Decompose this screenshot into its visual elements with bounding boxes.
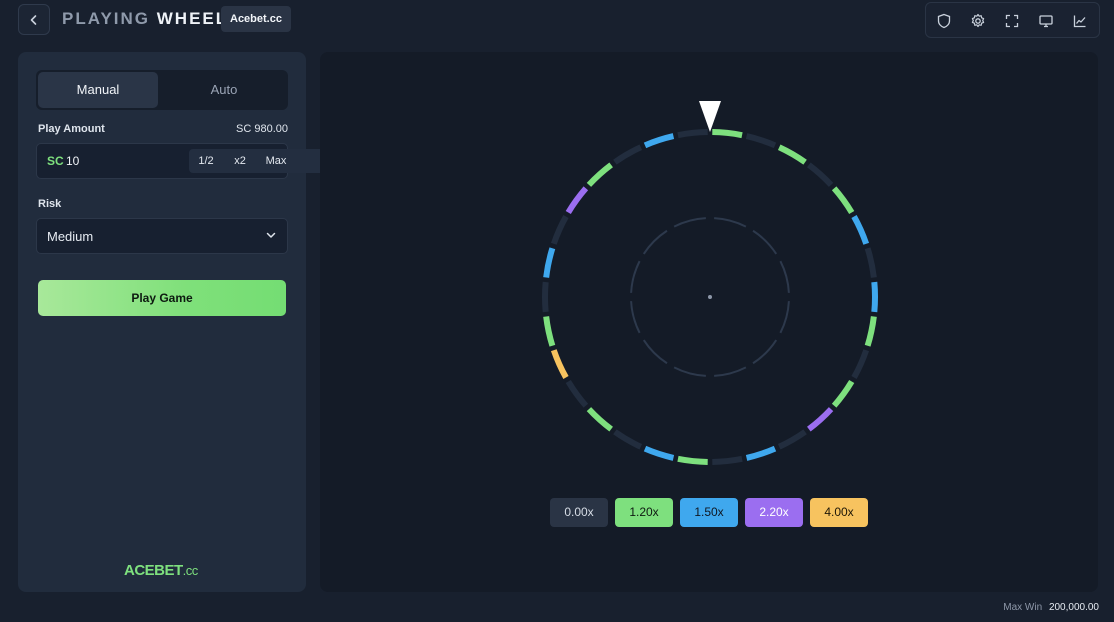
- page-title: PLAYING WHEEL: [62, 9, 228, 29]
- wheel-segment-green: [831, 186, 855, 215]
- wheel-segment-yellow: [550, 349, 569, 379]
- currency-label: SC: [47, 154, 64, 168]
- play-amount-label: Play Amount: [38, 123, 105, 135]
- back-button[interactable]: [18, 4, 50, 35]
- wheel-segment-gray: [565, 379, 589, 408]
- half-button[interactable]: 1/2: [189, 149, 223, 173]
- wheel-segment-gray: [542, 281, 549, 313]
- wheel-segment-gray: [807, 162, 834, 187]
- wheel-segment-gray: [550, 215, 569, 245]
- wheel-segment-gray: [677, 129, 708, 139]
- gear-icon[interactable]: [968, 11, 988, 31]
- wheel-segment-blue: [643, 445, 675, 461]
- top-bar: PLAYING WHEEL Acebet.cc: [0, 0, 1114, 40]
- wheel-segment-purple: [565, 186, 589, 215]
- logo-main: ACEBET: [124, 562, 183, 579]
- risk-select[interactable]: Medium: [36, 218, 288, 254]
- wheel-segment-green: [586, 162, 613, 187]
- inner-ring-dash: [642, 339, 668, 365]
- wheel-segment-green: [712, 129, 743, 139]
- risk-value: Medium: [47, 229, 94, 244]
- tab-auto[interactable]: Auto: [164, 72, 284, 108]
- shield-icon[interactable]: [934, 11, 954, 31]
- wheel-segment-blue: [643, 133, 675, 149]
- inner-ring-dash: [714, 366, 747, 377]
- inner-ring-dash: [630, 260, 641, 293]
- wheel-segment-green: [831, 379, 855, 408]
- toolbar-icons: [925, 2, 1100, 38]
- inner-ring-dash: [714, 217, 747, 228]
- wheel-segment-purple: [807, 407, 834, 432]
- wheel-segment-gray: [745, 133, 777, 149]
- site-badge: Acebet.cc: [221, 6, 291, 32]
- wheel-segment-gray: [851, 349, 870, 379]
- fullscreen-icon[interactable]: [1002, 11, 1022, 31]
- inner-ring-dash: [779, 260, 790, 293]
- wheel-segment-blue: [543, 247, 556, 278]
- wheel-center-dot: [708, 295, 712, 299]
- inner-ring-dash: [642, 229, 668, 255]
- monitor-icon[interactable]: [1036, 11, 1056, 31]
- title-part-1: PLAYING: [62, 9, 151, 28]
- wheel-segment-green: [677, 455, 708, 465]
- payout-4: 4.00x: [810, 498, 868, 527]
- wheel-segment-blue: [871, 281, 878, 313]
- inner-ring-dash: [673, 366, 706, 377]
- amount-value[interactable]: 10: [66, 154, 79, 168]
- inner-ring-dash: [779, 301, 790, 334]
- inner-ring-dash: [752, 339, 778, 365]
- acebet-logo: ACEBET.cc: [124, 562, 198, 579]
- wheel-segment-gray: [864, 247, 877, 278]
- payout-3: 2.20x: [745, 498, 803, 527]
- wheel-segment-blue: [851, 215, 870, 245]
- max-button[interactable]: Max: [257, 149, 295, 173]
- chevron-down-icon: [266, 232, 276, 238]
- title-part-2: WHEEL: [156, 9, 229, 28]
- bet-panel: Manual Auto Play Amount SC 980.00 SC 10 …: [18, 52, 328, 592]
- balance-value: SC 980.00: [236, 123, 288, 135]
- logo-suffix: .cc: [182, 563, 199, 578]
- wheel-segment-green: [586, 407, 613, 432]
- play-game-button[interactable]: Play Game: [38, 280, 286, 316]
- wheel-pointer: [699, 101, 721, 132]
- max-win-label: Max Win: [1003, 602, 1043, 613]
- payout-0: 0.00x: [550, 498, 608, 527]
- amount-input[interactable]: SC 10 1/2 x2 Max: [36, 143, 328, 179]
- chart-icon[interactable]: [1070, 11, 1090, 31]
- wheel-segment-green: [777, 144, 807, 165]
- wheel-segment-gray: [777, 429, 807, 450]
- payout-2: 1.50x: [680, 498, 738, 527]
- wheel-segment-green: [864, 316, 877, 347]
- double-button[interactable]: x2: [223, 149, 257, 173]
- inner-ring-dash: [630, 301, 641, 334]
- max-win-value: 200,000.00: [1048, 602, 1099, 613]
- wheel-segment-blue: [745, 445, 777, 461]
- mode-tabs: Manual Auto: [36, 70, 288, 110]
- max-win: Max Win 200,000.00: [1003, 602, 1099, 613]
- wheel-segment-gray: [613, 429, 643, 450]
- inner-ring-dash: [673, 217, 706, 228]
- wheel-segment-green: [543, 316, 556, 347]
- chevron-left-icon: [30, 14, 37, 25]
- amount-multipliers: 1/2 x2 Max: [189, 149, 328, 173]
- payout-1: 1.20x: [615, 498, 673, 527]
- payout-list: 0.00x 1.20x 1.50x 2.20x 4.00x: [550, 498, 870, 528]
- tab-manual[interactable]: Manual: [38, 72, 158, 108]
- wheel-segment-gray: [613, 144, 643, 165]
- game-area: 0.00x 1.20x 1.50x 2.20x 4.00x: [320, 52, 1098, 592]
- inner-ring-dash: [752, 229, 778, 255]
- risk-label: Risk: [38, 198, 62, 210]
- wheel-segment-gray: [712, 455, 743, 465]
